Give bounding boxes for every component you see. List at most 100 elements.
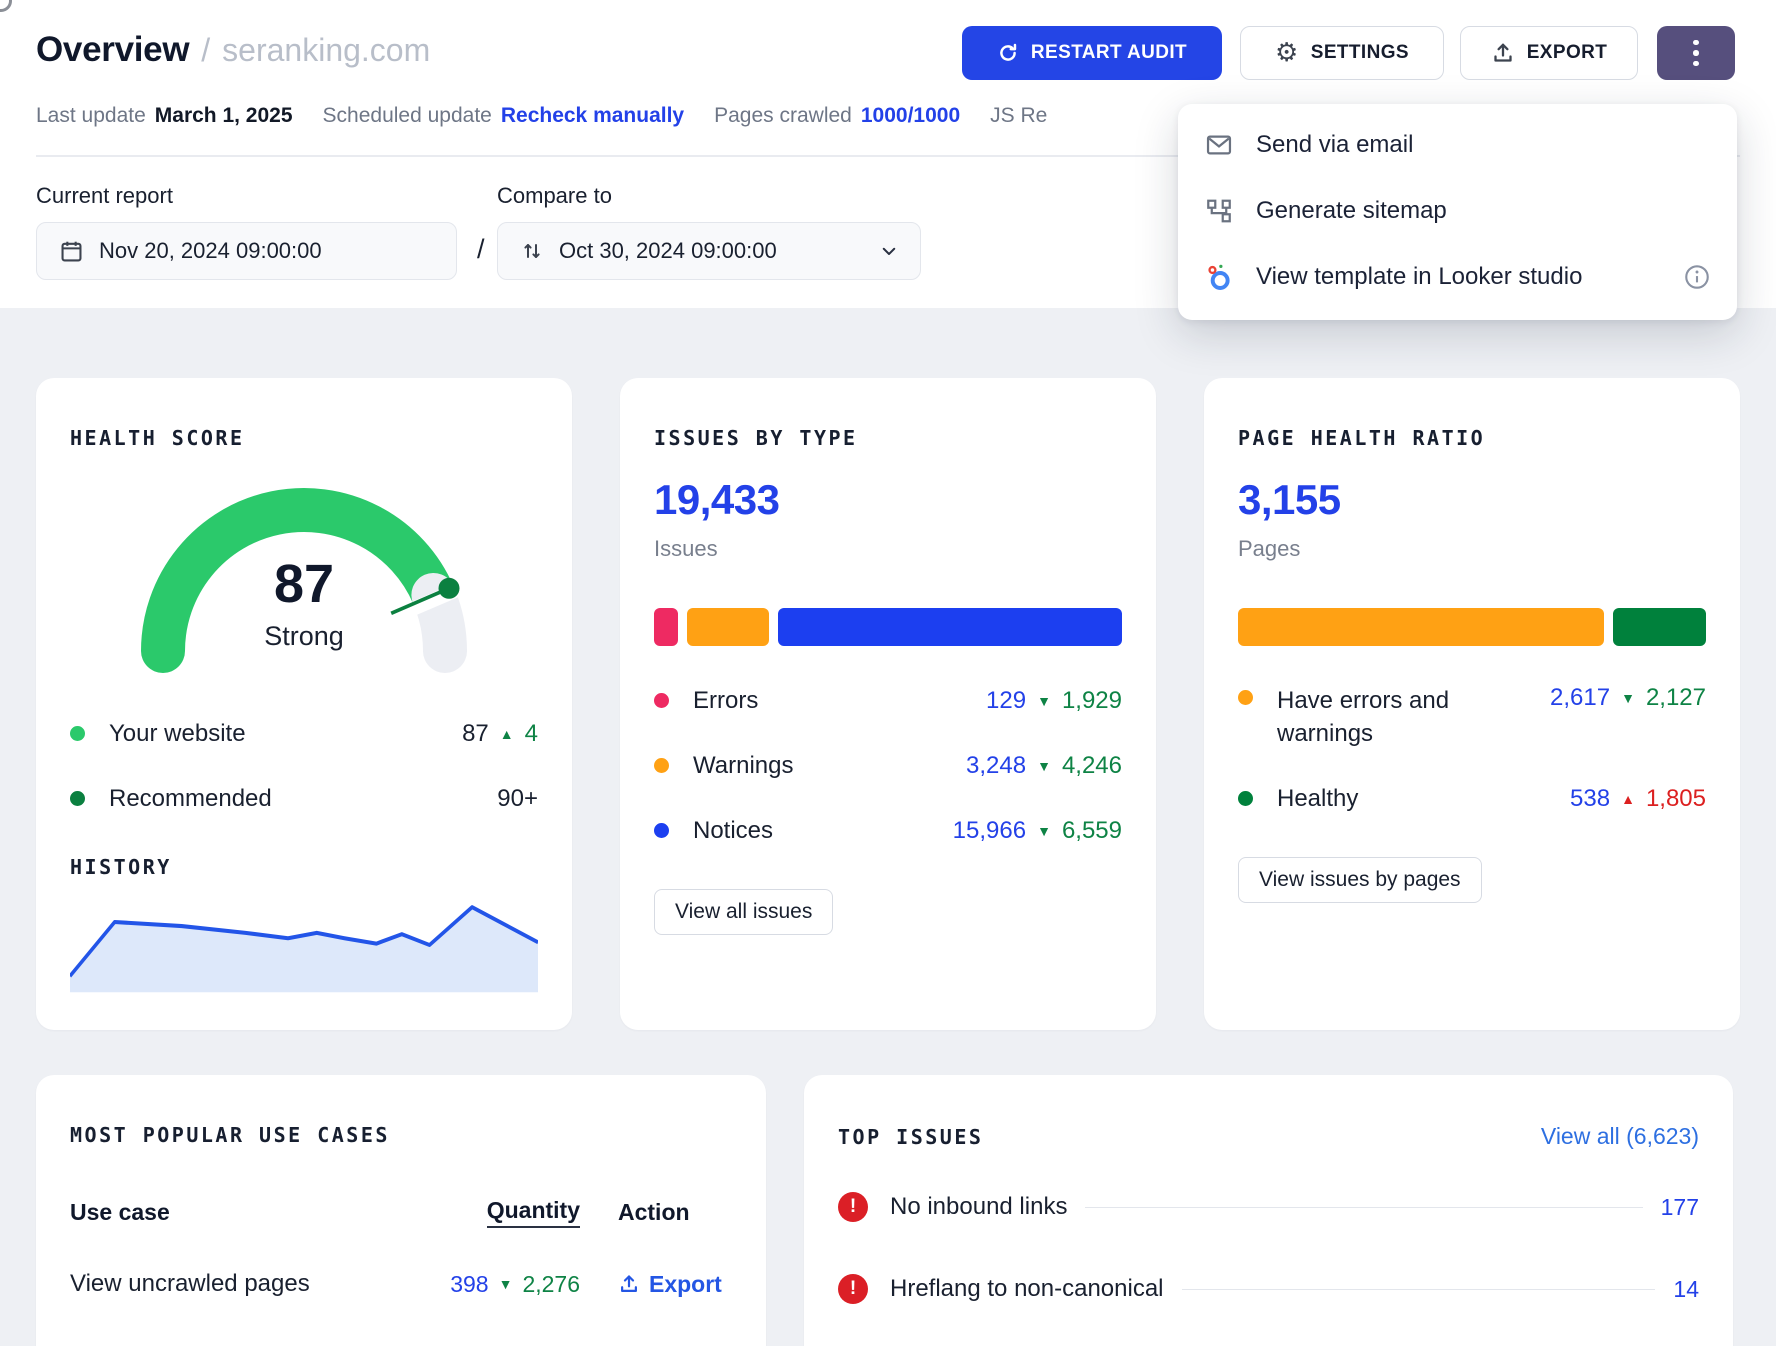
pages-crawled: Pages crawled 1000/1000 bbox=[714, 104, 960, 128]
health-score-gauge: 87 Strong bbox=[121, 478, 487, 679]
your-website-score: 87 bbox=[462, 720, 489, 748]
legend-row-healthy: Healthy 538 1,805 bbox=[1238, 766, 1706, 831]
restart-audit-label: RESTART AUDIT bbox=[1031, 42, 1187, 64]
breadcrumb: Overview / seranking.com bbox=[36, 30, 430, 70]
history-title: HISTORY bbox=[70, 855, 538, 879]
sort-arrows-icon bbox=[520, 239, 544, 263]
issue-label-link[interactable]: No inbound links bbox=[890, 1193, 1067, 1221]
recommended-dot-icon bbox=[70, 791, 85, 806]
compare-report-select[interactable]: Oct 30, 2024 09:00:00 bbox=[497, 222, 921, 280]
delta-down-icon bbox=[1037, 694, 1051, 708]
issues-legend: Errors 129 1,929 Warnings 3,248 4,246 No bbox=[654, 668, 1122, 863]
pages-unit-label: Pages bbox=[1238, 536, 1706, 562]
issue-label-link[interactable]: Hreflang to non-canonical bbox=[890, 1275, 1164, 1303]
notices-count-link[interactable]: 15,966 bbox=[953, 817, 1026, 845]
js-rendering-truncated: JS Re bbox=[990, 104, 1047, 128]
warnings-segment bbox=[687, 608, 769, 646]
last-update: Last update March 1, 2025 bbox=[36, 104, 293, 128]
kebab-dot bbox=[1693, 61, 1699, 67]
notices-delta: 6,559 bbox=[1062, 817, 1122, 845]
top-issues-title: TOP ISSUES bbox=[838, 1125, 983, 1149]
gear-icon: ⚙ bbox=[1275, 40, 1299, 66]
table-row: View uncrawled pages 398 2,276 Export bbox=[70, 1270, 732, 1298]
healthy-dot-icon bbox=[1238, 791, 1253, 806]
health-score-title: HEALTH SCORE bbox=[70, 426, 538, 450]
health-score-word: Strong bbox=[264, 621, 344, 651]
view-issues-by-pages-button[interactable]: View issues by pages bbox=[1238, 857, 1482, 903]
page-health-ratio-card: PAGE HEALTH RATIO 3,155 Pages Have error… bbox=[1204, 378, 1740, 1030]
row-export-link[interactable]: Export bbox=[618, 1271, 722, 1298]
legend-row-recommended: Recommended 90+ bbox=[70, 766, 538, 831]
healthy-delta: 1,805 bbox=[1646, 785, 1706, 813]
menu-item-view-template-looker[interactable]: View template in Looker studio bbox=[1178, 244, 1737, 310]
col-quantity[interactable]: Quantity bbox=[487, 1197, 580, 1228]
delta-up-icon bbox=[1621, 792, 1635, 806]
col-action: Action bbox=[580, 1199, 732, 1226]
use-cases-card: MOST POPULAR USE CASES Use case Quantity… bbox=[36, 1075, 766, 1346]
compare-to-label: Compare to bbox=[497, 183, 612, 209]
view-all-link[interactable]: View all (6,623) bbox=[1541, 1123, 1699, 1150]
leader-line bbox=[1085, 1207, 1642, 1208]
issue-count-link[interactable]: 177 bbox=[1661, 1194, 1699, 1221]
issues-unit-label: Issues bbox=[654, 536, 1122, 562]
health-score-card: HEALTH SCORE 87 Strong Your website 87 4 bbox=[36, 378, 572, 1030]
have-errors-count-link[interactable]: 2,617 bbox=[1550, 684, 1610, 712]
have-errors-delta: 2,127 bbox=[1646, 684, 1706, 712]
breadcrumb-separator: / bbox=[201, 32, 210, 69]
page-title: Overview bbox=[36, 30, 189, 70]
settings-button[interactable]: ⚙ SETTINGS bbox=[1240, 26, 1444, 80]
upload-icon bbox=[618, 1273, 640, 1295]
delta-down-icon bbox=[1037, 759, 1051, 773]
healthy-count-link[interactable]: 538 bbox=[1570, 785, 1610, 813]
have-errors-segment bbox=[1238, 608, 1604, 646]
current-report-label: Current report bbox=[36, 183, 173, 209]
issues-stacked-bar bbox=[654, 608, 1122, 646]
view-all-issues-button[interactable]: View all issues bbox=[654, 889, 833, 935]
menu-item-send-via-email[interactable]: Send via email bbox=[1178, 112, 1737, 178]
list-item: ! Hreflang to non-canonical 14 bbox=[838, 1248, 1699, 1330]
compare-report-value: Oct 30, 2024 09:00:00 bbox=[559, 238, 777, 264]
current-report-value: Nov 20, 2024 09:00:00 bbox=[99, 238, 322, 264]
export-button[interactable]: EXPORT bbox=[1460, 26, 1638, 80]
errors-count-link[interactable]: 129 bbox=[986, 687, 1026, 715]
settings-label: SETTINGS bbox=[1311, 42, 1409, 64]
use-cases-table: Use case Quantity Action View uncrawled … bbox=[70, 1197, 732, 1298]
scheduled-update: Scheduled update Recheck manually bbox=[323, 104, 685, 128]
leader-line bbox=[1182, 1289, 1656, 1290]
audited-domain: seranking.com bbox=[222, 32, 430, 69]
use-cases-title: MOST POPULAR USE CASES bbox=[70, 1123, 732, 1147]
your-website-dot-icon bbox=[70, 726, 85, 741]
issues-total: 19,433 bbox=[654, 476, 1122, 524]
warnings-count-link[interactable]: 3,248 bbox=[966, 752, 1026, 780]
col-use-case: Use case bbox=[70, 1199, 410, 1226]
restart-audit-button[interactable]: RESTART AUDIT bbox=[962, 26, 1222, 80]
looker-icon bbox=[1204, 263, 1234, 291]
page-health-ratio-title: PAGE HEALTH RATIO bbox=[1238, 426, 1706, 450]
current-report-datepicker[interactable]: Nov 20, 2024 09:00:00 bbox=[36, 222, 457, 280]
upload-icon bbox=[1491, 41, 1515, 65]
warnings-dot-icon bbox=[654, 758, 669, 773]
delta-down-icon bbox=[1621, 691, 1635, 705]
recheck-manually-link[interactable]: Recheck manually bbox=[501, 104, 684, 128]
top-issues-list: ! No inbound links 177 ! Hreflang to non… bbox=[838, 1166, 1699, 1330]
use-cases-table-header: Use case Quantity Action bbox=[70, 1197, 732, 1228]
your-website-delta: 4 bbox=[525, 720, 538, 748]
kebab-dot bbox=[1693, 40, 1699, 46]
legend-row-notices: Notices 15,966 6,559 bbox=[654, 798, 1122, 863]
calendar-icon bbox=[59, 239, 84, 264]
refresh-icon bbox=[997, 42, 1019, 64]
more-actions-kebab-button[interactable] bbox=[1657, 26, 1735, 80]
list-item: ! No inbound links 177 bbox=[838, 1166, 1699, 1248]
issue-count-link[interactable]: 14 bbox=[1673, 1276, 1699, 1303]
more-actions-menu: Send via email Generate sitemap View tem… bbox=[1178, 104, 1737, 320]
menu-item-generate-sitemap[interactable]: Generate sitemap bbox=[1178, 178, 1737, 244]
selector-separator: / bbox=[477, 234, 485, 265]
errors-segment bbox=[654, 608, 678, 646]
use-case-count-link[interactable]: 398 bbox=[450, 1271, 488, 1298]
legend-row-errors: Errors 129 1,929 bbox=[654, 668, 1122, 733]
notices-dot-icon bbox=[654, 823, 669, 838]
health-score-value: 87 bbox=[274, 554, 334, 614]
error-alert-icon: ! bbox=[838, 1274, 868, 1304]
notices-segment bbox=[778, 608, 1122, 646]
info-icon[interactable] bbox=[1683, 263, 1711, 291]
